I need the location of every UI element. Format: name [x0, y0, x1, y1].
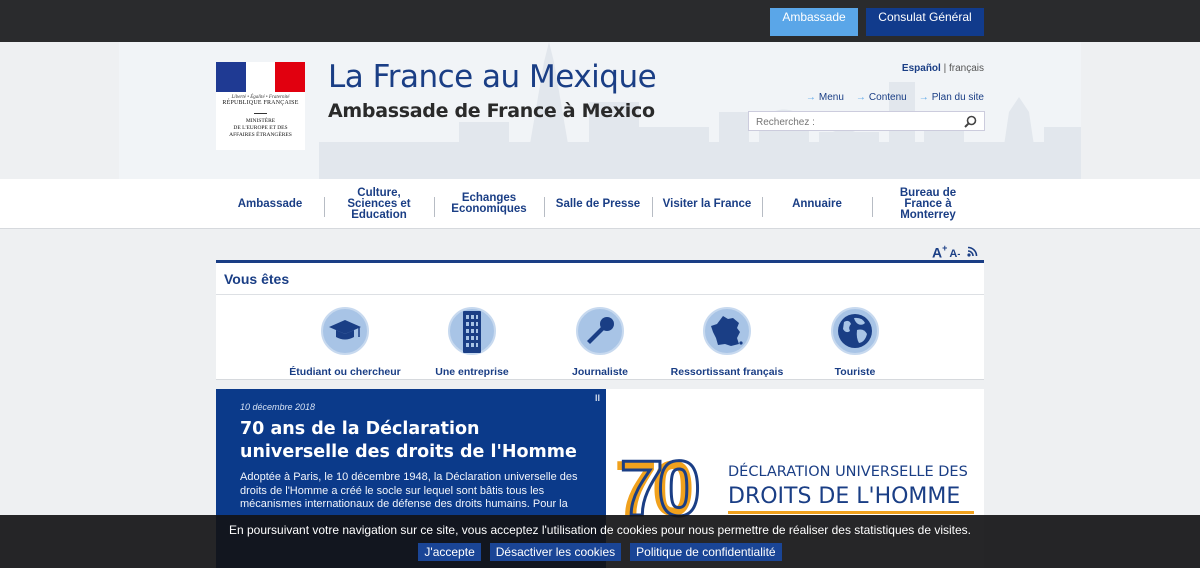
site-header: Liberté • Égalité • Fraternité RÉPUBLIQU… [119, 42, 1081, 179]
cookie-accept-button[interactable]: J'accepte [418, 543, 481, 561]
arrow-icon: → [855, 92, 866, 103]
top-bar: Ambassade Consulat Général [0, 0, 1200, 42]
nav-visiter-la-france[interactable]: Visiter la France [652, 179, 762, 229]
quicklink-contenu[interactable]: → Contenu [856, 92, 907, 103]
lang-francais[interactable]: français [949, 63, 984, 74]
globe-icon [838, 314, 872, 348]
site-subtitle: Ambassade de France à Mexico [328, 100, 655, 122]
profile-journaliste[interactable]: Journaliste [530, 307, 670, 378]
quick-links: → Menu → Contenu → Plan du site [806, 92, 984, 103]
search-box [748, 111, 985, 132]
cookie-banner: En poursuivant votre navigation sur ce s… [0, 515, 1200, 568]
search-icon[interactable] [964, 115, 977, 128]
microphone-icon [587, 317, 614, 344]
udhr-line1: DÉCLARATION UNIVERSELLE DES [728, 463, 968, 480]
language-switcher: Español | français [901, 63, 984, 74]
logo-ministry: MINISTÈRE DE L'EUROPE ET DES AFFAIRES ÉT… [229, 118, 292, 138]
main-navigation: Ambassade Culture, Sciences et Education… [0, 179, 1200, 229]
quicklink-plan-du-site[interactable]: → Plan du site [919, 92, 984, 103]
arrow-icon: → [918, 92, 929, 103]
nav-ambassade[interactable]: Ambassade [216, 179, 324, 229]
tab-consulat-general[interactable]: Consulat Général [866, 8, 984, 36]
site-title[interactable]: La France au Mexique [328, 59, 657, 95]
logo-republique: RÉPUBLIQUE FRANÇAISE [222, 100, 299, 106]
nav-bureau-monterrey[interactable]: Bureau de France à Monterrey [872, 179, 984, 229]
slide-date: 10 décembre 2018 [240, 402, 316, 412]
cookie-message: En poursuivant votre navigation sur ce s… [228, 523, 971, 537]
slide-title[interactable]: 70 ans de la Déclaration universelle des… [240, 418, 590, 464]
graduation-cap-icon [329, 320, 361, 340]
profile-entreprise[interactable]: Une entreprise [402, 307, 542, 378]
nav-culture-sciences-education[interactable]: Culture, Sciences et Education [324, 179, 434, 229]
nav-annuaire[interactable]: Annuaire [762, 179, 872, 229]
rss-icon[interactable] [967, 246, 978, 257]
quicklink-menu[interactable]: → Menu [806, 92, 844, 103]
nav-salle-de-presse[interactable]: Salle de Presse [544, 179, 652, 229]
building-icon [463, 311, 481, 353]
pause-button[interactable]: II [595, 393, 600, 403]
udhr-line2: DROITS DE L'HOMME [728, 484, 960, 509]
search-input[interactable] [749, 113, 954, 132]
france-map-icon [711, 316, 743, 346]
profiles-panel: Vous êtes Étudiant ou chercheur Une entr… [216, 260, 984, 380]
tab-ambassade[interactable]: Ambassade [770, 8, 858, 36]
lang-espanol[interactable]: Español [902, 63, 941, 74]
arrow-icon: → [805, 92, 816, 103]
slide-body: Adoptée à Paris, le 10 décembre 1948, la… [240, 471, 578, 510]
privacy-policy-button[interactable]: Politique de confidentialité [630, 543, 782, 561]
profile-etudiant[interactable]: Étudiant ou chercheur [275, 307, 415, 378]
nav-echanges-economiques[interactable]: Echanges Economiques [434, 179, 544, 229]
republique-francaise-logo[interactable]: Liberté • Égalité • Fraternité RÉPUBLIQU… [216, 62, 306, 150]
profile-touriste[interactable]: Touriste [785, 307, 925, 378]
profiles-title: Vous êtes [224, 271, 290, 287]
profile-ressortissant-francais[interactable]: Ressortissant français [657, 307, 797, 378]
cookie-disable-button[interactable]: Désactiver les cookies [489, 543, 622, 561]
marianne-flag [216, 62, 306, 92]
